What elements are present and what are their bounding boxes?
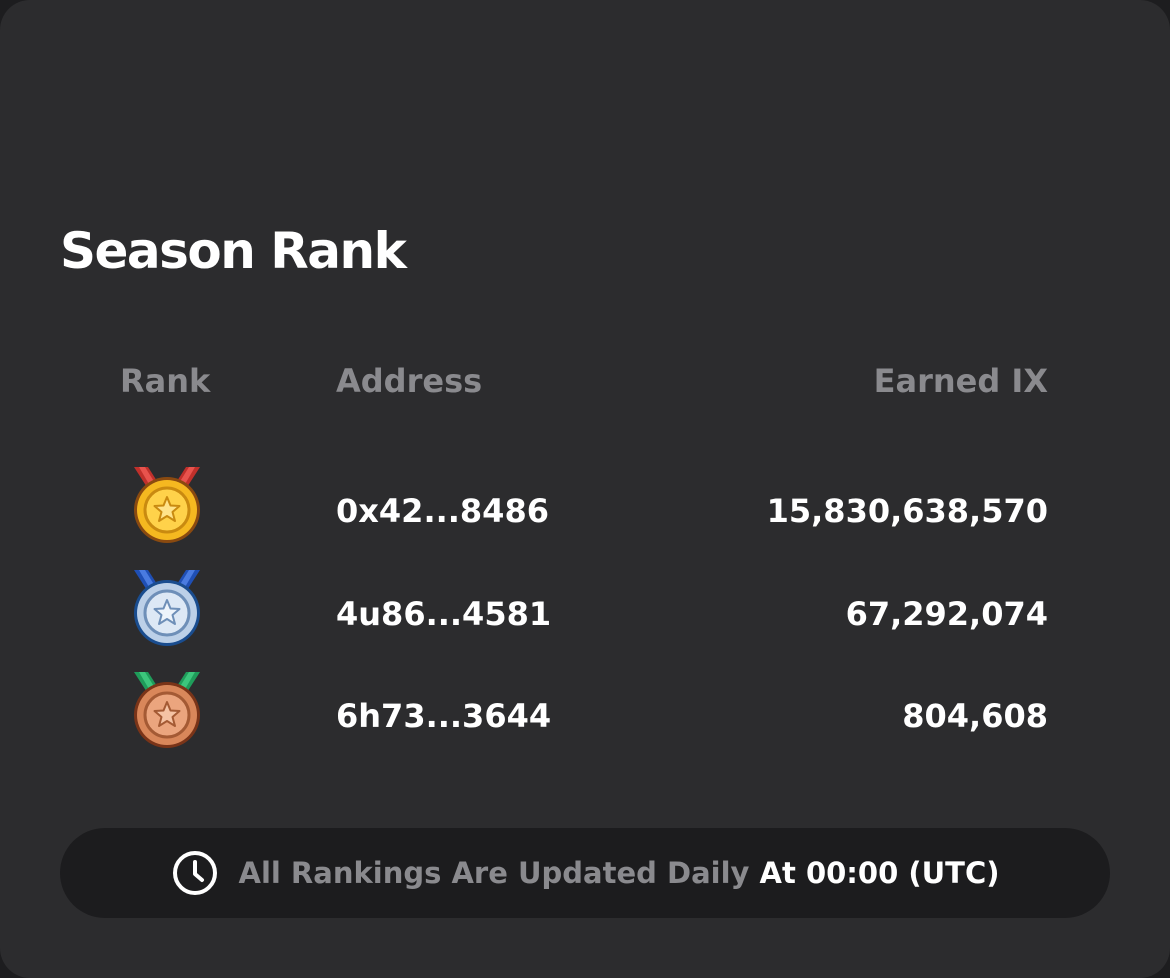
page-title: Season Rank [60, 222, 407, 280]
column-header-earned: Earned IX [873, 362, 1048, 400]
update-notice-text: All Rankings Are Updated Daily At 00:00 … [239, 853, 1000, 893]
update-notice-time: At 00:00 (UTC) [759, 856, 1000, 890]
gold-medal-icon [130, 467, 204, 549]
row-earned: 67,292,074 [845, 595, 1048, 633]
update-notice: All Rankings Are Updated Daily At 00:00 … [60, 828, 1110, 918]
table-row: 4u86...4581 67,292,074 [0, 570, 1170, 660]
row-earned: 804,608 [902, 697, 1048, 735]
row-address: 4u86...4581 [336, 595, 552, 633]
column-header-address: Address [336, 362, 483, 400]
column-header-rank: Rank [120, 362, 211, 400]
update-notice-muted: All Rankings Are Updated Daily [238, 856, 750, 890]
silver-medal-icon [130, 570, 204, 652]
table-row: 6h73...3644 804,608 [0, 672, 1170, 762]
clock-icon [172, 851, 217, 895]
bronze-medal-icon [130, 672, 204, 754]
row-address: 0x42...8486 [336, 492, 549, 530]
season-rank-card: Season Rank Rank Address Earned IX 0x42.… [0, 0, 1170, 978]
row-address: 6h73...3644 [336, 697, 552, 735]
table-row: 0x42...8486 15,830,638,570 [0, 467, 1170, 557]
row-earned: 15,830,638,570 [766, 492, 1048, 530]
